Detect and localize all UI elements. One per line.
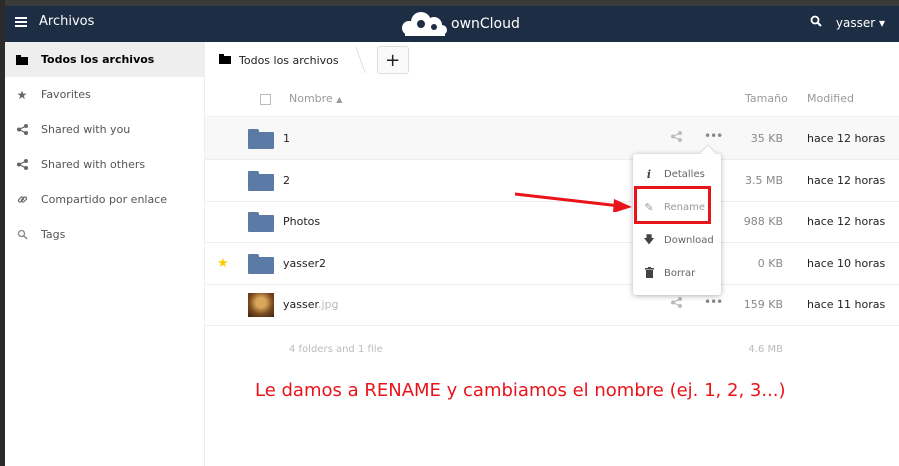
more-actions-icon[interactable]: ••• xyxy=(704,129,723,143)
search-icon[interactable] xyxy=(810,15,822,30)
breadcrumb-item[interactable]: Todos los archivos xyxy=(239,54,339,67)
file-name-text: 2 xyxy=(283,174,290,187)
app-window: Archivos ownCloud yasser ▾ Todos los arc… xyxy=(0,0,899,466)
sidebar-item-label: Favorites xyxy=(41,88,91,101)
chevron-down-icon: ▾ xyxy=(878,15,885,30)
sidebar-item-label: Shared with you xyxy=(41,123,131,136)
share-icon xyxy=(15,123,29,137)
sidebar-item-label: Todos los archivos xyxy=(41,53,155,66)
app-menu[interactable]: Archivos xyxy=(15,14,94,29)
user-name: yasser xyxy=(835,15,876,30)
new-file-button[interactable]: + xyxy=(376,46,409,74)
share-icon[interactable] xyxy=(671,297,682,311)
column-size-header[interactable]: Tamaño xyxy=(745,92,788,105)
breadcrumb: Todos los archivos + xyxy=(205,42,899,78)
trash-icon xyxy=(643,266,655,281)
home-folder-icon[interactable] xyxy=(219,53,231,67)
file-actions-menu: i Detalles ✎ Rename 🡇 Download Borrar xyxy=(633,154,721,295)
file-modified: hace 12 horas xyxy=(807,132,886,145)
table-header: Nombre ▲ Tamaño Modified xyxy=(205,82,899,117)
image-thumbnail xyxy=(248,293,274,317)
menu-item-download[interactable]: 🡇 Download xyxy=(633,224,721,257)
folder-icon xyxy=(248,129,274,149)
sidebar-item-label: Shared with others xyxy=(41,158,146,171)
breadcrumb-separator xyxy=(345,47,366,73)
file-name-text: Photos xyxy=(283,215,321,228)
file-name[interactable]: 1 xyxy=(283,132,290,145)
info-icon: i xyxy=(646,168,652,181)
link-icon xyxy=(15,193,29,207)
top-header: Archivos ownCloud yasser ▾ xyxy=(5,0,899,42)
file-name-text: 1 xyxy=(283,132,290,145)
folder-icon xyxy=(248,212,274,232)
sort-up-icon: ▲ xyxy=(336,95,343,104)
star-icon: ★ xyxy=(16,87,28,102)
column-name-label: Nombre xyxy=(289,92,333,105)
sidebar-item-shared-with-you[interactable]: Shared with you xyxy=(5,112,204,147)
file-size: 35 KB xyxy=(750,132,783,145)
file-name[interactable]: 2 xyxy=(283,174,290,187)
column-name-header[interactable]: Nombre ▲ xyxy=(289,92,342,105)
table-summary: 4 folders and 1 file 4.6 MB xyxy=(205,342,899,372)
hamburger-icon xyxy=(15,16,27,27)
download-icon: 🡇 xyxy=(643,233,655,246)
file-name-text: yasser xyxy=(283,298,318,311)
annotation-text: Le damos a RENAME y cambiamos el nombre … xyxy=(255,380,786,401)
sidebar-item-label: Compartido por enlace xyxy=(41,193,168,206)
more-actions-icon[interactable]: ••• xyxy=(704,295,723,309)
cloud-logo-icon xyxy=(402,12,447,36)
favorite-star-icon[interactable]: ★ xyxy=(217,256,229,271)
menu-item-label: Download xyxy=(664,235,714,246)
folder-icon xyxy=(15,53,29,67)
file-size: 159 KB xyxy=(743,298,783,311)
file-name[interactable]: yasser2 xyxy=(283,257,326,270)
tag-icon xyxy=(15,228,29,242)
file-name[interactable]: yasser.jpg xyxy=(283,298,339,311)
column-modified-header[interactable]: Modified xyxy=(807,92,854,105)
summary-size: 4.6 MB xyxy=(748,344,783,355)
main-content: Todos los archivos + Nombre ▲ Tamaño Mod… xyxy=(205,42,899,466)
menu-item-label: Detalles xyxy=(664,169,705,180)
share-icon xyxy=(15,158,29,172)
annotation-arrow xyxy=(514,192,632,212)
highlight-box xyxy=(634,186,711,224)
share-icon[interactable] xyxy=(671,131,682,145)
sidebar: Todos los archivos ★ Favorites Shared wi… xyxy=(5,42,205,466)
sidebar-item-all-files[interactable]: Todos los archivos xyxy=(5,42,204,77)
folder-icon xyxy=(248,254,274,274)
file-extension: .jpg xyxy=(318,298,339,311)
file-modified: hace 10 horas xyxy=(807,257,886,270)
folder-icon xyxy=(248,171,274,191)
sidebar-item-shared-with-others[interactable]: Shared with others xyxy=(5,147,204,182)
sidebar-item-tags[interactable]: Tags xyxy=(5,217,204,252)
summary-count: 4 folders and 1 file xyxy=(289,344,383,355)
select-all-checkbox[interactable] xyxy=(260,94,271,105)
file-size: 0 KB xyxy=(757,257,783,270)
menu-item-label: Borrar xyxy=(664,268,696,279)
table-row[interactable]: ★ yasser2 0 KB hace 10 horas xyxy=(205,243,899,285)
logo-text: ownCloud xyxy=(451,16,520,32)
file-size: 988 KB xyxy=(743,215,783,228)
sidebar-item-favorites[interactable]: ★ Favorites xyxy=(5,77,204,112)
file-modified: hace 11 horas xyxy=(807,298,886,311)
app-menu-label: Archivos xyxy=(39,14,95,29)
file-size: 3.5 MB xyxy=(744,174,783,187)
table-row[interactable]: yasser.jpg ••• 159 KB hace 11 horas xyxy=(205,284,899,326)
file-modified: hace 12 horas xyxy=(807,215,886,228)
owncloud-logo[interactable]: ownCloud xyxy=(397,10,520,38)
file-modified: hace 12 horas xyxy=(807,174,886,187)
menu-item-delete[interactable]: Borrar xyxy=(633,257,721,290)
sidebar-item-label: Tags xyxy=(41,228,66,241)
sidebar-item-shared-by-link[interactable]: Compartido por enlace xyxy=(5,182,204,217)
table-row[interactable]: 1 ••• 35 KB hace 12 horas xyxy=(205,118,899,160)
file-name-text: yasser2 xyxy=(283,257,327,270)
file-name[interactable]: Photos xyxy=(283,215,320,228)
user-menu[interactable]: yasser ▾ xyxy=(836,16,885,30)
